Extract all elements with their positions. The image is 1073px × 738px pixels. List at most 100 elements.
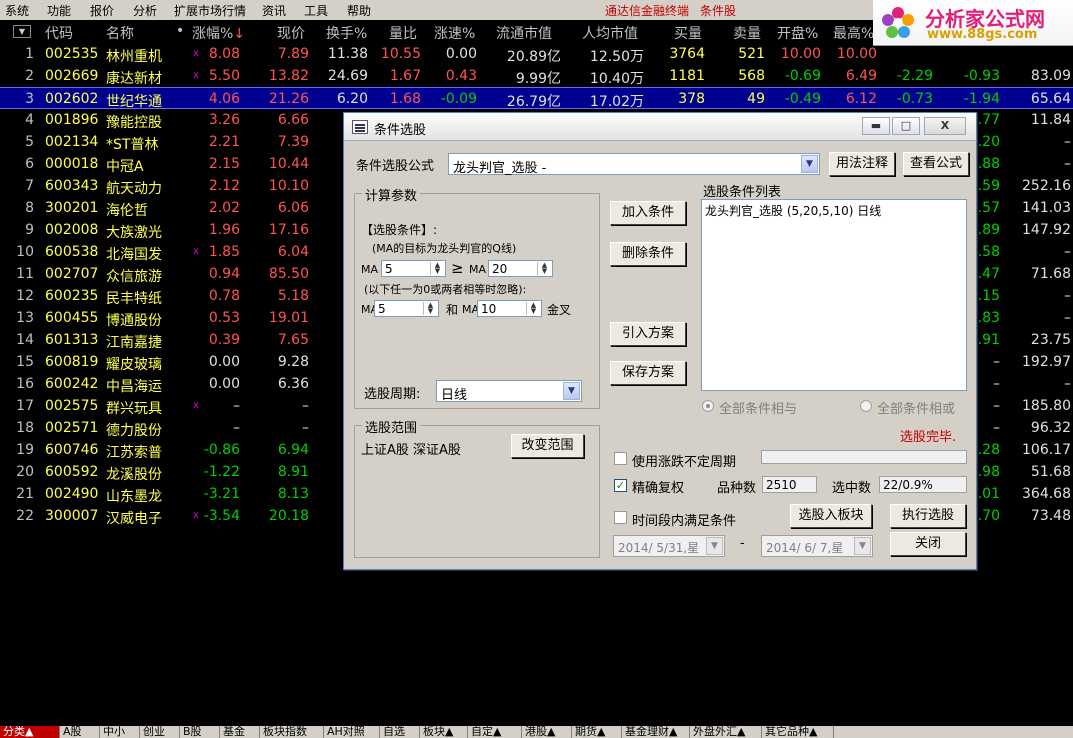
close-window-button[interactable]: X — [924, 117, 966, 135]
menu-quote[interactable]: 报价 — [90, 2, 114, 19]
formula-label: 条件选股公式 — [356, 159, 435, 174]
use-floating-period-checkbox[interactable] — [614, 452, 627, 465]
table-row[interactable]: 3 002602 世纪华通 4.06 21.26 6.20 1.68 -0.09 26.79亿 1… — [0, 87, 1073, 110]
bottom-tab[interactable]: 期货▲ — [572, 726, 622, 738]
date-from-picker[interactable]: 2014/ 5/31,星 ▼ — [613, 535, 725, 557]
col-change-pct[interactable]: 涨幅%↓ — [192, 23, 245, 43]
table-row[interactable]: 1 002535 林州重机 x 8.08 7.89 11.38 10.55 0.00 20.89亿… — [0, 43, 1073, 65]
row-index: 15 — [16, 354, 34, 370]
date-to-picker[interactable]: 2014/ 6/ 7,星 ▼ — [761, 535, 873, 557]
add-condition-button[interactable]: 加入条件 — [610, 201, 686, 225]
price: 6.66 — [277, 112, 309, 128]
maximize-button[interactable]: □ — [892, 117, 920, 135]
change-pct: 4.06 — [208, 91, 240, 107]
time-range-checkbox[interactable] — [614, 511, 627, 524]
chevron-down-icon[interactable]: ▼ — [801, 155, 818, 173]
bottom-tab[interactable]: 中小 — [100, 726, 140, 738]
bottom-tab[interactable]: 自定▲ — [468, 726, 522, 738]
spin-arrows-icon[interactable]: ▲ ▼ — [526, 302, 540, 315]
bottom-tab[interactable]: 分类▲ — [0, 726, 60, 738]
stock-name: 耀皮玻璃 — [106, 357, 162, 373]
col-code[interactable]: 代码 — [45, 23, 73, 43]
period-select-value: 日线 — [441, 388, 468, 403]
ma3-stepper[interactable]: 5 ▲ ▼ — [374, 300, 439, 317]
period-select[interactable]: 日线 ▼ — [436, 380, 582, 403]
radio-all-or[interactable] — [860, 400, 872, 412]
col-high-pct[interactable]: 最高% — [833, 23, 874, 43]
stock-name: 林州重机 — [106, 49, 162, 65]
col-ask-vol[interactable]: 卖量 — [733, 23, 761, 43]
extra-pct: – — [993, 420, 1000, 436]
col-open-pct[interactable]: 开盘% — [777, 23, 818, 43]
floating-period-field[interactable] — [761, 450, 967, 464]
stock-name: 世纪华通 — [106, 94, 162, 110]
formula-select[interactable]: 龙头判官_选股 - ▼ — [448, 153, 820, 176]
bottom-tab[interactable]: 板块▲ — [420, 726, 468, 738]
extra-pct: .88 — [977, 156, 1000, 172]
minimize-button[interactable]: ▬ — [862, 117, 890, 135]
watch-mark: x — [193, 48, 199, 59]
ma2-stepper[interactable]: 20 ▲ ▼ — [488, 260, 553, 277]
radio-all-and[interactable] — [702, 400, 714, 412]
import-scheme-button[interactable]: 引入方案 — [610, 322, 686, 346]
close-button[interactable]: 关闭 — [890, 532, 966, 556]
bottom-tab[interactable]: 外盘外汇▲ — [690, 726, 762, 738]
menu-help[interactable]: 帮助 — [347, 2, 371, 19]
extra-value: 106.17 — [1022, 442, 1071, 458]
bottom-tab[interactable]: 基金 — [220, 726, 260, 738]
delete-condition-button[interactable]: 删除条件 — [610, 242, 686, 266]
bottom-tab[interactable]: 板块指数 — [260, 726, 324, 738]
extra-pct: -0.93 — [963, 68, 1000, 84]
stock-code: 002008 — [45, 222, 99, 238]
menu-extended-market[interactable]: 扩展市场行情 — [174, 2, 246, 19]
save-scheme-button[interactable]: 保存方案 — [610, 361, 686, 385]
ma1-stepper[interactable]: 5 ▲ ▼ — [381, 260, 446, 277]
col-float-cap[interactable]: 流通市值 — [496, 23, 552, 43]
usage-notes-button[interactable]: 用法注释 — [829, 152, 895, 176]
chevron-down-icon[interactable]: ▼ — [706, 537, 723, 555]
bottom-tab[interactable]: 自选 — [380, 726, 420, 738]
bottom-tab[interactable]: AH对照 — [324, 726, 380, 738]
menu-system[interactable]: 系统 — [5, 2, 29, 19]
period-label: 选股周期: — [364, 387, 421, 402]
ma-label-1: MA — [361, 263, 379, 276]
spin-arrows-icon[interactable]: ▲ ▼ — [430, 262, 444, 275]
condition-list[interactable]: 龙头判官_选股 (5,20,5,10) 日线 — [701, 199, 967, 391]
col-per-capita[interactable]: 人均市值 — [582, 23, 638, 43]
bottom-tab[interactable]: 其它品种▲ — [762, 726, 834, 738]
chevron-down-icon[interactable]: ▼ — [854, 537, 871, 555]
dialog-title-bar[interactable]: 条件选股 ▬ □ X — [344, 113, 976, 141]
bottom-tab[interactable]: 港股▲ — [522, 726, 572, 738]
col-bid-vol[interactable]: 买量 — [674, 23, 702, 43]
col-speed[interactable]: 涨速% — [434, 23, 475, 43]
col-turnover[interactable]: 换手% — [326, 23, 367, 43]
bottom-tab[interactable]: B股 — [180, 726, 220, 738]
site-logo: 分析家公式网 www.88gs.com — [873, 0, 1073, 46]
add-to-board-button[interactable]: 选股入板块 — [790, 504, 872, 528]
change-scope-button[interactable]: 改变范围 — [511, 434, 584, 458]
open-pct: 10.00 — [780, 46, 821, 62]
date-from-value: 2014/ 5/31,星 — [618, 541, 700, 555]
spin-arrows-icon[interactable]: ▲ ▼ — [537, 262, 551, 275]
spin-arrows-icon[interactable]: ▲ ▼ — [423, 302, 437, 315]
table-row[interactable]: 2 002669 康达新材 x 5.50 13.82 24.69 1.67 0.43 9.99亿 1… — [0, 65, 1073, 87]
run-filter-button[interactable]: 执行选股 — [890, 504, 966, 528]
bottom-tab[interactable]: 基金理财▲ — [622, 726, 690, 738]
extra-value: 83.09 — [1030, 68, 1071, 84]
precise-adjust-checkbox[interactable]: ✓ — [614, 479, 627, 492]
col-volume-ratio[interactable]: 量比 — [389, 23, 417, 43]
menu-tools[interactable]: 工具 — [304, 2, 328, 19]
menu-analysis[interactable]: 分析 — [133, 2, 157, 19]
chevron-down-icon[interactable]: ▼ — [563, 382, 580, 400]
col-price[interactable]: 现价 — [277, 23, 305, 43]
col-name[interactable]: 名称 — [106, 23, 134, 43]
ma4-stepper[interactable]: 10 ▲ ▼ — [477, 300, 542, 317]
radio-all-and-label: 全部条件相与 — [719, 402, 798, 417]
column-menu-dropdown-icon[interactable]: ▼ — [13, 25, 31, 38]
list-item[interactable]: 龙头判官_选股 (5,20,5,10) 日线 — [705, 202, 881, 219]
view-formula-button[interactable]: 查看公式 — [903, 152, 969, 176]
bottom-tab[interactable]: A股 — [60, 726, 100, 738]
bottom-tab[interactable]: 创业 — [140, 726, 180, 738]
menu-news[interactable]: 资讯 — [262, 2, 286, 19]
menu-function[interactable]: 功能 — [47, 2, 71, 19]
